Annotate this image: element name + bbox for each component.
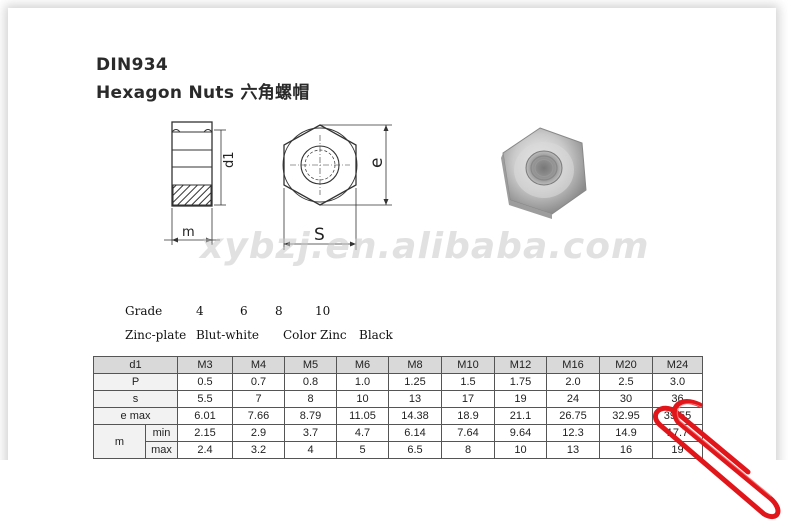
paperclip-icon (653, 398, 781, 520)
paperclip-overlay (653, 398, 781, 520)
